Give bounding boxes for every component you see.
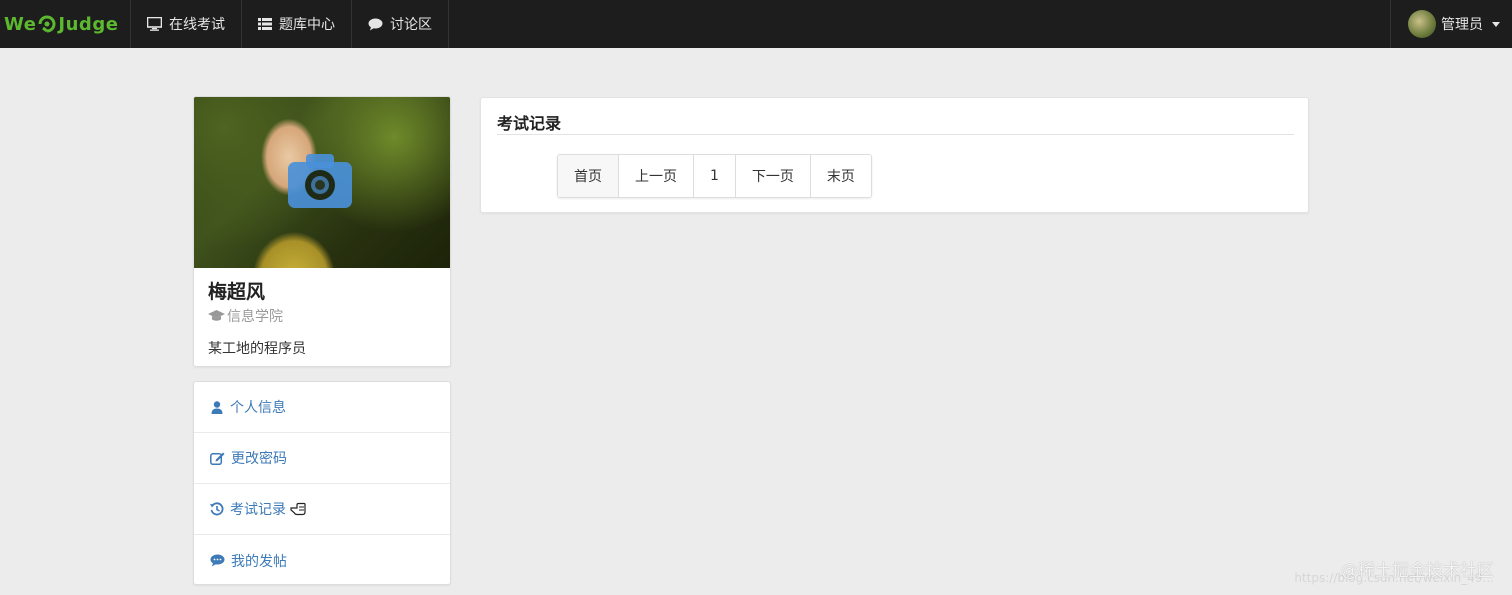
edit-icon [210, 452, 225, 465]
brand-prefix: We [4, 13, 37, 35]
side-menu-item-label: 我的发帖 [231, 553, 287, 570]
hand-pointer-icon [290, 502, 306, 516]
user-menu[interactable]: 管理员 [1390, 0, 1512, 48]
side-menu: 个人信息 更改密码 考试记录 我的发帖 [193, 381, 451, 585]
profile-cover-photo [194, 97, 450, 268]
profile-name: 梅超风 [208, 281, 266, 303]
history-icon [210, 502, 224, 516]
panel-divider [497, 134, 1294, 135]
side-menu-item-exam-records[interactable]: 考试记录 [194, 484, 450, 535]
nav-online-exam-label: 在线考试 [169, 17, 225, 33]
side-menu-item-label: 个人信息 [230, 400, 286, 416]
watermark: @稀土掘金技术社区 [1341, 561, 1494, 581]
pagination: 首页 上一页 1 下一页 末页 [557, 154, 872, 198]
pagination-next-button[interactable]: 下一页 [735, 155, 811, 197]
profile-bio: 某工地的程序员 [208, 341, 306, 357]
camera-icon[interactable] [288, 152, 352, 208]
side-menu-item-personal-info[interactable]: 个人信息 [194, 382, 450, 433]
side-menu-item-label: 更改密码 [231, 451, 287, 467]
brand-logo-text: We Judge [4, 14, 118, 35]
nav-discussion[interactable]: 讨论区 [352, 0, 449, 48]
user-menu-label: 管理员 [1441, 17, 1483, 33]
pagination-last-button[interactable]: 末页 [810, 155, 871, 197]
exam-records-panel: 考试记录 首页 上一页 1 下一页 末页 [480, 97, 1309, 213]
pagination-prev-button[interactable]: 上一页 [619, 155, 694, 197]
side-menu-item-label: 考试记录 [230, 502, 286, 518]
nav-question-bank-label: 题库中心 [279, 17, 335, 33]
pagination-first-button[interactable]: 首页 [558, 155, 619, 197]
profile-body: 梅超风 信息学院 某工地的程序员 [194, 268, 450, 366]
nav-question-bank[interactable]: 题库中心 [242, 0, 352, 48]
list-icon [258, 18, 272, 30]
side-menu-item-change-password[interactable]: 更改密码 [194, 433, 450, 484]
nav-online-exam[interactable]: 在线考试 [131, 0, 242, 48]
profile-school-label: 信息学院 [227, 309, 283, 325]
monitor-icon [147, 17, 162, 31]
side-menu-item-my-posts[interactable]: 我的发帖 [194, 535, 450, 586]
caret-down-icon [1492, 21, 1500, 27]
user-icon [211, 400, 223, 414]
brand-logo[interactable]: We Judge [0, 0, 131, 48]
profile-school: 信息学院 [208, 306, 436, 326]
pagination-page-1-button[interactable]: 1 [694, 155, 736, 197]
brand-suffix: Judge [58, 13, 119, 35]
graduation-cap-icon [208, 310, 225, 321]
nav-discussion-label: 讨论区 [390, 17, 432, 33]
logo-swirl-icon [38, 15, 56, 33]
avatar [1408, 10, 1436, 38]
comment-icon [368, 18, 383, 30]
comment-icon [210, 554, 225, 567]
top-navbar: We Judge 在线考试 题库中心 讨论区 管理员 [0, 0, 1512, 48]
profile-card: 梅超风 信息学院 某工地的程序员 [193, 96, 451, 367]
panel-title: 考试记录 [497, 114, 562, 133]
